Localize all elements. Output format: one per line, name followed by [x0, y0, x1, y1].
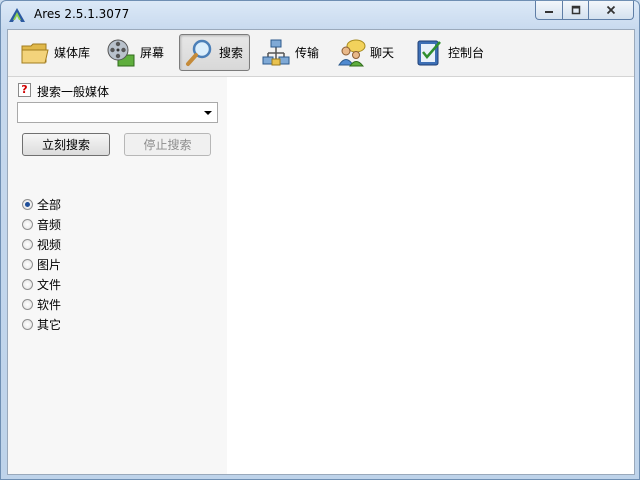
window-title: Ares 2.5.1.3077	[34, 7, 130, 21]
radio-label: 文件	[37, 277, 62, 292]
search-results-area	[227, 77, 634, 474]
ares-logo-icon	[9, 8, 25, 22]
minimize-icon	[545, 11, 553, 13]
radio-button-checked[interactable]	[22, 198, 33, 210]
toolbar-console-button[interactable]: 控制台	[408, 34, 490, 71]
radio-label: 其它	[37, 317, 62, 332]
chat-users-icon	[338, 39, 366, 66]
stop-search-button[interactable]: 停止搜索	[124, 133, 211, 156]
toolbar-search-button[interactable]: 搜索	[179, 34, 250, 71]
search-panel: ? 搜索一般媒体 立刻搜索 停止搜索 全部 音频 视频 图片 文件 软件 其它	[8, 77, 227, 474]
radio-all[interactable]: 全部	[22, 195, 61, 213]
radio-other[interactable]: 其它	[22, 315, 61, 333]
radio-label: 视频	[37, 237, 62, 252]
toolbar-label: 媒体库	[54, 46, 91, 60]
radio-button[interactable]	[22, 238, 33, 250]
toolbar-screen-button[interactable]: 屏幕	[100, 34, 172, 71]
client-area: 媒体库 屏幕 搜索 传输 聊天 控制台 ? 搜索一般媒体 立刻搜索 停止搜索 全…	[7, 29, 635, 475]
minimize-button[interactable]	[535, 1, 563, 20]
close-button[interactable]	[589, 1, 634, 20]
search-query-combobox[interactable]	[17, 102, 218, 123]
toolbar-label: 屏幕	[140, 46, 165, 60]
folder-icon	[21, 43, 49, 63]
help-icon[interactable]: ?	[18, 83, 31, 97]
radio-button[interactable]	[22, 218, 33, 230]
toolbar-label: 控制台	[448, 46, 485, 60]
film-reel-icon	[107, 39, 135, 66]
toolbar-label: 传输	[295, 46, 320, 60]
app-window: Ares 2.5.1.3077 媒体库 屏幕 搜索 传输 聊天 控制台 ? 搜索…	[0, 0, 640, 480]
toolbar-chat-button[interactable]: 聊天	[330, 34, 398, 71]
search-title: 搜索一般媒体	[37, 85, 110, 99]
radio-button[interactable]	[22, 258, 33, 270]
title-bar[interactable]: Ares 2.5.1.3077	[1, 1, 639, 29]
maximize-button[interactable]	[563, 1, 589, 20]
close-icon	[606, 5, 616, 15]
radio-label: 图片	[37, 257, 62, 272]
main-toolbar: 媒体库 屏幕 搜索 传输 聊天 控制台	[8, 30, 634, 77]
radio-software[interactable]: 软件	[22, 295, 61, 313]
radio-button[interactable]	[22, 318, 33, 330]
toolbar-library-button[interactable]: 媒体库	[14, 34, 94, 71]
network-transfer-icon	[262, 39, 290, 65]
toolbar-transfer-button[interactable]: 传输	[255, 34, 325, 71]
control-panel-icon	[417, 40, 441, 65]
toolbar-label: 搜索	[219, 46, 244, 60]
toolbar-label: 聊天	[370, 46, 395, 60]
radio-button[interactable]	[22, 298, 33, 310]
radio-button[interactable]	[22, 278, 33, 290]
radio-label: 软件	[37, 297, 62, 312]
magnifier-icon	[186, 39, 212, 66]
radio-document[interactable]: 文件	[22, 275, 61, 293]
radio-label: 全部	[37, 197, 62, 212]
radio-image[interactable]: 图片	[22, 255, 61, 273]
chevron-down-icon[interactable]	[204, 111, 212, 115]
radio-audio[interactable]: 音频	[22, 215, 61, 233]
radio-label: 音频	[37, 217, 62, 232]
search-now-button[interactable]: 立刻搜索	[22, 133, 110, 156]
caption-buttons	[535, 1, 634, 21]
maximize-icon	[571, 5, 580, 15]
radio-video[interactable]: 视频	[22, 235, 61, 253]
